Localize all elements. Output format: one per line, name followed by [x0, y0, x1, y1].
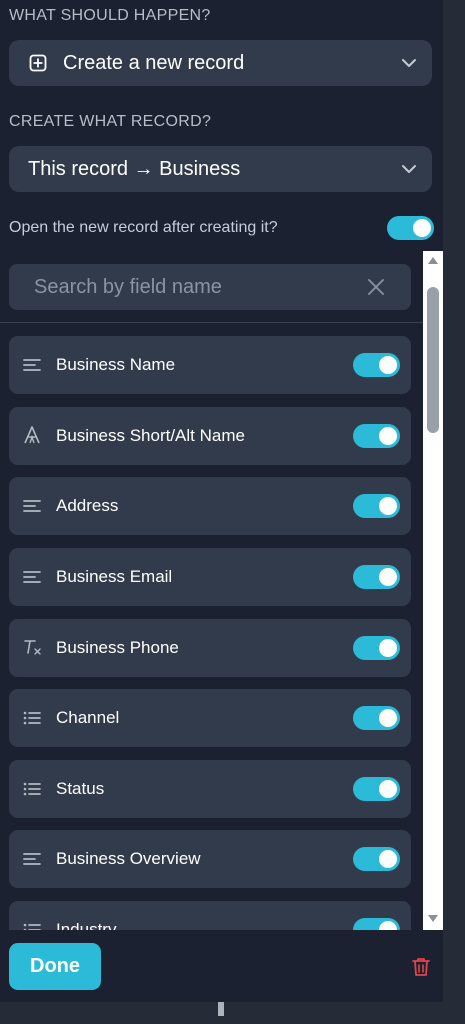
trash-icon[interactable] [412, 957, 430, 977]
action-dropdown[interactable]: Create a new record [9, 40, 432, 86]
bottom-edge [0, 1002, 465, 1024]
long-text-icon [23, 851, 41, 867]
action-dropdown-value: Create a new record [63, 52, 245, 74]
field-item-toggle[interactable] [353, 424, 400, 448]
field-item-toggle[interactable] [353, 636, 400, 660]
field-list-scrollbar[interactable] [423, 251, 443, 930]
field-list: Business Name Business Short/Alt Name Ad… [0, 323, 423, 930]
scroll-up-arrow-icon[interactable] [428, 257, 438, 264]
field-item-toggle[interactable] [353, 353, 400, 377]
field-item-label: Business Phone [56, 638, 179, 657]
field-item-label: Business Name [56, 355, 176, 374]
field-item: Industry [9, 901, 411, 930]
field-item-label: Channel [56, 708, 120, 727]
field-item: Channel [9, 689, 411, 747]
plus-square-icon [29, 54, 47, 72]
field-item-toggle[interactable] [353, 565, 400, 589]
field-item: Business Short/Alt Name [9, 407, 411, 465]
field-item: Business Email [9, 548, 411, 606]
field-item-toggle[interactable] [353, 847, 400, 871]
field-item: Business Name [9, 336, 411, 394]
open-after-create-toggle[interactable] [387, 216, 434, 240]
section-label-action: WHAT SHOULD HAPPEN? [9, 7, 211, 24]
long-text-icon [23, 569, 41, 585]
list-icon [23, 922, 41, 930]
field-item-label: Industry [56, 920, 117, 930]
target-record-dropdown[interactable]: This record → Business [9, 146, 432, 192]
field-item-toggle[interactable] [353, 777, 400, 801]
field-item: Business Phone [9, 619, 411, 677]
field-item: Address [9, 477, 411, 535]
panel-footer: Done [0, 930, 443, 1002]
done-button[interactable]: Done [9, 943, 101, 990]
action-config-panel: WHAT SHOULD HAPPEN? Create a new record … [0, 0, 443, 1024]
search-input[interactable]: Search by field name [34, 276, 222, 299]
clear-search-icon[interactable] [367, 278, 385, 296]
target-record-dropdown-value: This record → Business [28, 158, 241, 180]
field-item-label: Business Short/Alt Name [56, 426, 245, 445]
chevron-down-icon [400, 160, 418, 178]
scrollbar-thumb[interactable] [427, 287, 439, 433]
field-item-label: Status [56, 779, 105, 798]
field-item-toggle[interactable] [353, 918, 400, 930]
field-item-label: Business Email [56, 567, 173, 586]
field-item: Status [9, 760, 411, 818]
window-edge [443, 0, 465, 1024]
section-label-target: CREATE WHAT RECORD? [9, 113, 212, 130]
field-item-label: Business Overview [56, 849, 201, 868]
list-icon [23, 781, 41, 797]
field-item-toggle[interactable] [353, 494, 400, 518]
list-icon [23, 710, 41, 726]
resize-handle[interactable] [218, 1002, 224, 1016]
long-text-icon [23, 498, 41, 514]
field-item-label: Address [56, 496, 119, 515]
formula-icon [23, 638, 41, 655]
long-text-icon [23, 357, 41, 373]
scroll-down-arrow-icon[interactable] [428, 915, 438, 922]
open-after-create-row: Open the new record after creating it? [9, 215, 434, 241]
chevron-down-icon [400, 54, 418, 72]
field-item-toggle[interactable] [353, 706, 400, 730]
field-search-box[interactable]: Search by field name [9, 264, 411, 310]
open-after-create-label: Open the new record after creating it? [9, 219, 278, 236]
font-letter-icon [23, 426, 41, 444]
field-item: Business Overview [9, 830, 411, 888]
